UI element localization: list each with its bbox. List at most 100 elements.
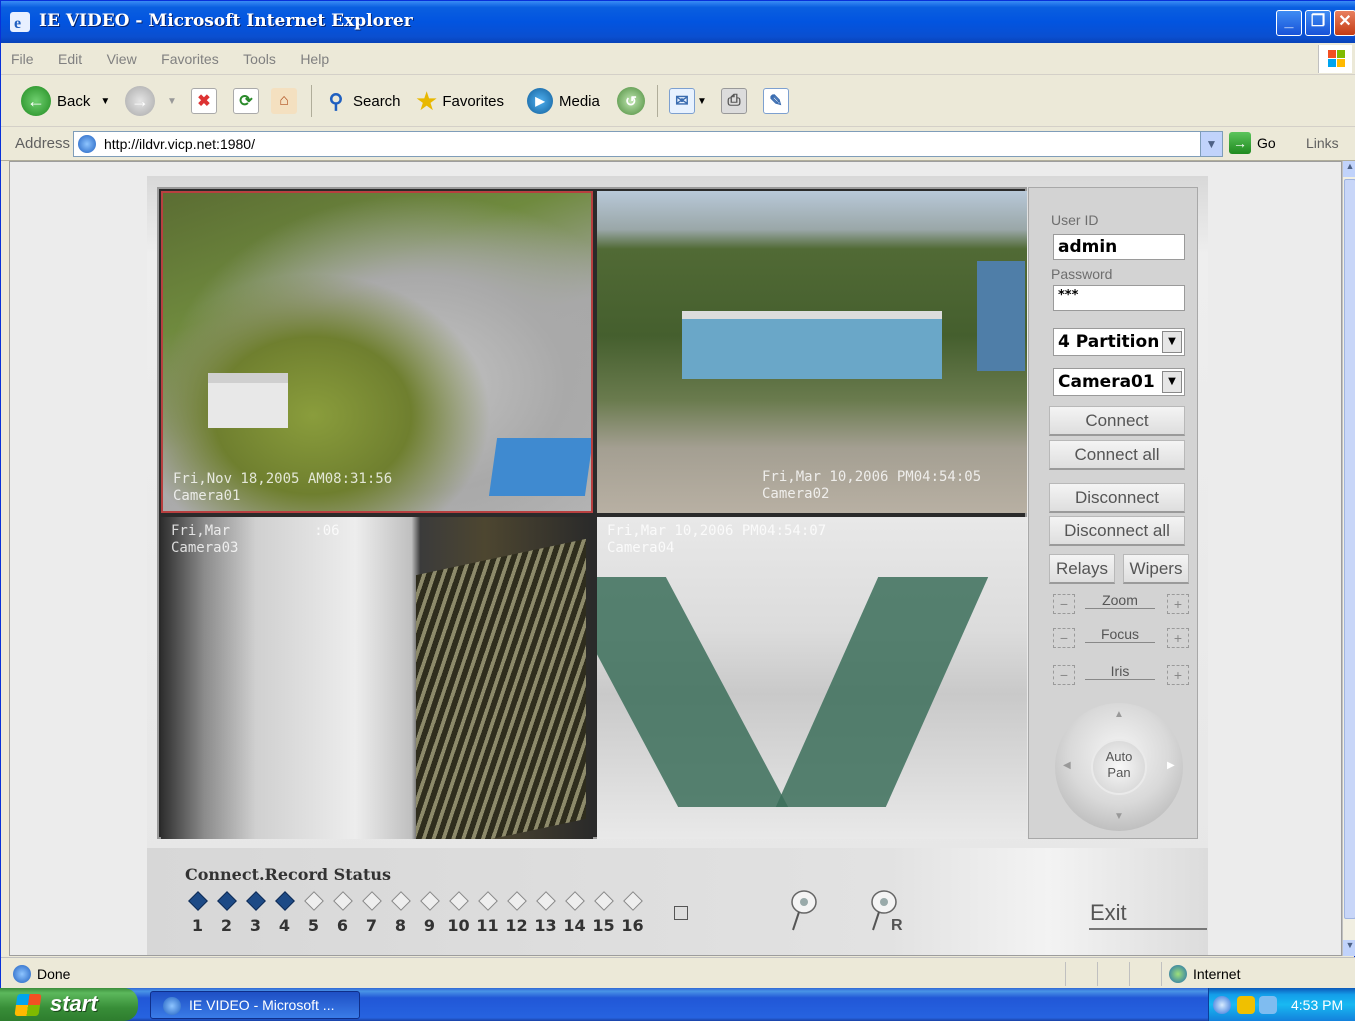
menu-edit[interactable]: Edit — [48, 43, 92, 67]
close-button[interactable]: ✕ — [1334, 10, 1355, 36]
edit-button[interactable]: ✎ — [763, 85, 789, 117]
standard-toolbar: ← Back ▼ → ▼ ✖ ⟳ ⌂ ⚲ Search ★ Favorites … — [1, 75, 1355, 127]
search-button[interactable]: ⚲ Search — [323, 85, 401, 117]
back-label: Back — [57, 92, 91, 110]
snapshot-camera-icon[interactable] — [787, 888, 821, 934]
exit-button[interactable]: Exit — [1090, 900, 1127, 926]
taskbar-item-label: IE VIDEO - Microsoft ... — [189, 997, 335, 1013]
wipers-button[interactable]: Wipers — [1123, 554, 1189, 584]
refresh-icon: ⟳ — [233, 88, 259, 114]
favorites-button[interactable]: ★ Favorites — [415, 85, 504, 117]
scroll-thumb[interactable] — [1344, 179, 1355, 919]
disconnect-all-button[interactable]: Disconnect all — [1049, 516, 1185, 546]
minimize-button[interactable]: _ — [1276, 10, 1302, 36]
back-button[interactable]: ← Back ▼ — [21, 85, 110, 117]
camera-timestamp: Fri,Mar :06 — [171, 523, 340, 539]
address-input[interactable]: http://ildvr.vicp.net:1980/ ▼ — [73, 131, 1223, 157]
vertical-scrollbar[interactable]: ▲ ▼ — [1342, 161, 1355, 956]
address-dropdown-button[interactable]: ▼ — [1200, 132, 1222, 156]
menu-file[interactable]: File — [1, 43, 44, 67]
channel-status-4: 4 — [270, 891, 299, 935]
iris-close-button[interactable]: − — [1053, 665, 1075, 685]
pan-down-button[interactable]: ▼ — [1114, 811, 1124, 822]
tray-expand-icon[interactable] — [1213, 996, 1231, 1014]
channel-connected-icon — [245, 891, 266, 911]
focus-far-button[interactable]: + — [1167, 628, 1189, 648]
dvr-web-client: Fri,Nov 18,2005 AM08:31:56 Camera01 Fri,… — [147, 176, 1208, 955]
relays-button[interactable]: Relays — [1049, 554, 1115, 584]
auto-pan-button[interactable]: Auto Pan — [1091, 739, 1147, 795]
maximize-button[interactable]: ❐ — [1305, 10, 1331, 36]
network-icon[interactable] — [1237, 996, 1255, 1014]
camera-view-4[interactable]: Fri,Mar 10,2006 PM04:54:07 Camera04 — [597, 517, 1027, 839]
channel-number: 14 — [563, 916, 586, 935]
links-button[interactable]: Links — [1306, 135, 1339, 151]
print-button[interactable]: ⎙ — [721, 85, 747, 117]
password-field[interactable]: *** — [1053, 285, 1185, 311]
mail-button[interactable]: ✉ ▼ — [669, 85, 707, 117]
pan-right-button[interactable]: ▶ — [1167, 760, 1175, 771]
stop-button[interactable]: ✖ — [191, 85, 217, 117]
menu-view[interactable]: View — [97, 43, 147, 67]
media-label: Media — [559, 92, 600, 110]
partition-select[interactable]: 4 Partition ▼ — [1053, 328, 1185, 356]
media-button[interactable]: ▶ Media — [527, 85, 600, 117]
tower-building — [977, 261, 1025, 371]
volume-icon[interactable] — [1259, 996, 1277, 1014]
zoom-out-button[interactable]: − — [1053, 594, 1075, 614]
system-tray: 4:53 PM — [1208, 988, 1355, 1021]
refresh-button[interactable]: ⟳ — [233, 85, 259, 117]
channel-number: 12 — [505, 916, 528, 935]
taskbar-item-ie-video[interactable]: IE VIDEO - Microsoft ... — [150, 991, 360, 1019]
iris-open-button[interactable]: + — [1167, 665, 1189, 685]
connect-button[interactable]: Connect — [1049, 406, 1185, 436]
clock[interactable]: 4:53 PM — [1291, 997, 1343, 1013]
camera-value: Camera01 — [1058, 372, 1155, 392]
channel-number: 8 — [394, 916, 407, 935]
focus-near-button[interactable]: − — [1053, 628, 1075, 648]
record-camera-icon[interactable]: R — [867, 888, 913, 934]
iris-label: Iris — [1085, 663, 1155, 680]
partition-value: 4 Partition — [1058, 332, 1160, 352]
camera-select[interactable]: Camera01 ▼ — [1053, 368, 1185, 396]
snapshot-small-icon[interactable] — [674, 906, 688, 920]
history-button[interactable]: ↺ — [617, 85, 645, 117]
guard-house — [208, 373, 288, 428]
channel-idle-icon — [622, 891, 643, 911]
connect-all-button[interactable]: Connect all — [1049, 440, 1185, 470]
pan-left-button[interactable]: ◀ — [1063, 760, 1071, 771]
search-icon: ⚲ — [328, 90, 344, 113]
scroll-up-button[interactable]: ▲ — [1343, 161, 1355, 177]
title-bar[interactable]: e IE VIDEO - Microsoft Internet Explorer… — [1, 1, 1355, 43]
menu-tools[interactable]: Tools — [233, 43, 286, 67]
channel-status-11: 11 — [473, 891, 502, 935]
address-label: Address — [15, 135, 71, 152]
go-button[interactable]: → Go — [1229, 132, 1276, 154]
menu-favorites[interactable]: Favorites — [151, 43, 229, 67]
channel-idle-icon — [477, 891, 498, 911]
scroll-down-button[interactable]: ▼ — [1343, 940, 1355, 956]
status-divider — [1161, 962, 1162, 986]
camera-view-3[interactable]: Fri,Mar :06 Camera03 — [161, 517, 593, 839]
status-divider — [1097, 962, 1098, 986]
disconnect-button[interactable]: Disconnect — [1049, 483, 1185, 513]
chevron-down-icon: ▼ — [1162, 371, 1182, 393]
menu-help[interactable]: Help — [290, 43, 339, 67]
pan-up-button[interactable]: ▲ — [1114, 709, 1124, 720]
start-button[interactable]: start — [0, 988, 138, 1021]
internet-explorer-icon — [163, 997, 181, 1015]
user-id-field[interactable]: admin — [1053, 234, 1185, 260]
camera-view-1[interactable]: Fri,Nov 18,2005 AM08:31:56 Camera01 — [161, 191, 593, 513]
home-icon: ⌂ — [271, 88, 297, 114]
zoom-in-button[interactable]: + — [1167, 594, 1189, 614]
channel-number: 2 — [220, 916, 233, 935]
go-label: Go — [1257, 135, 1276, 151]
channel-idle-icon — [361, 891, 382, 911]
print-icon: ⎙ — [721, 88, 747, 114]
camera-view-2[interactable]: Fri,Mar 10,2006 PM04:54:05 Camera02 — [597, 191, 1027, 513]
home-button[interactable]: ⌂ — [271, 85, 297, 117]
page-icon — [78, 135, 96, 153]
exit-underline — [1089, 928, 1207, 930]
forward-button[interactable]: → ▼ — [125, 85, 177, 117]
auto-pan-line1: Auto — [1105, 749, 1133, 764]
